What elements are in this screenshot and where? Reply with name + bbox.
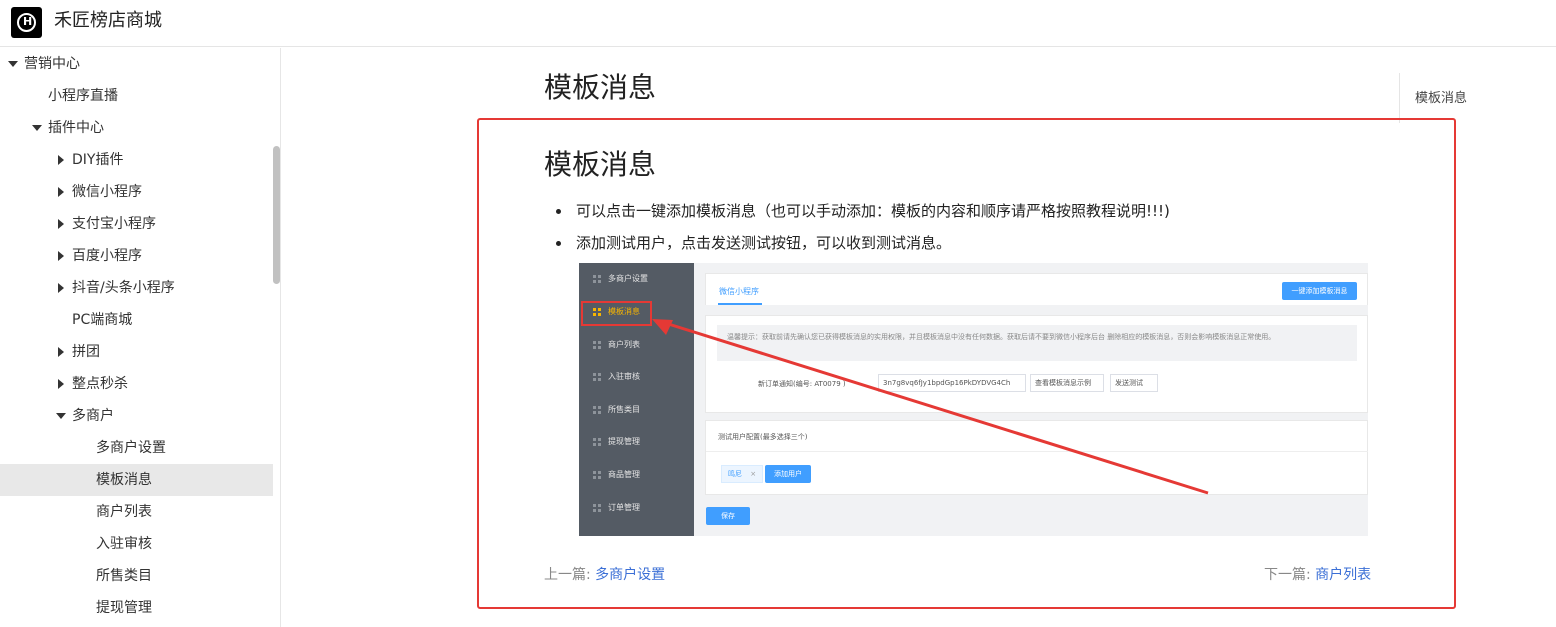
sidebar-item-label: 营销中心 — [24, 56, 80, 72]
sidebar-item-diy[interactable]: DIY插件 — [0, 144, 273, 176]
caret-right-icon — [58, 347, 64, 357]
prev-label: 上一篇: — [544, 567, 591, 583]
sidebar-item-label: DIY插件 — [72, 152, 124, 168]
sidebar-item-live[interactable]: 小程序直播 — [0, 80, 273, 112]
screenshot-view-example-button: 查看模板消息示例 — [1030, 374, 1104, 392]
sidebar-item-template-message[interactable]: 模板消息 — [0, 464, 273, 496]
screenshot-template-label: 新订单通知(编号: AT0079 ) — [758, 380, 846, 388]
sidebar-item-plugin-center[interactable]: 插件中心 — [0, 112, 273, 144]
next-label: 下一篇: — [1264, 567, 1311, 583]
screenshot-menu-item: 入驻审核 — [579, 367, 694, 387]
sidebar-item-flash-sale[interactable]: 整点秒杀 — [0, 368, 273, 400]
page-title: 模板消息 — [544, 71, 657, 104]
grid-icon — [593, 504, 601, 512]
divider — [706, 451, 1368, 452]
sidebar-item-multi-merchant[interactable]: 多商户 — [0, 400, 273, 432]
grid-icon — [593, 438, 601, 446]
grid-icon — [593, 406, 601, 414]
caret-right-icon — [58, 379, 64, 389]
top-header: H 禾匠榜店商城 — [0, 0, 1556, 47]
sidebar-item-categories[interactable]: 所售类目 — [0, 560, 273, 592]
screenshot-template-id: 3n7g8vq6fJy1bpdGp16PkDYDVG4Ch — [878, 374, 1026, 392]
sidebar-item-douyin[interactable]: 抖音/头条小程序 — [0, 272, 273, 304]
sidebar-item-label: 百度小程序 — [72, 248, 142, 264]
caret-down-icon — [8, 61, 18, 67]
sidebar-item-marketing-center[interactable]: 营销中心 — [0, 48, 273, 80]
sidebar-item-group-buy[interactable]: 拼团 — [0, 336, 273, 368]
screenshot-tab: 微信小程序 — [719, 287, 759, 296]
site-logo[interactable]: H — [11, 7, 42, 38]
sidebar-item-label: PC端商城 — [72, 312, 133, 328]
section-title: 模板消息 — [544, 148, 657, 181]
sidebar-item-wechat[interactable]: 微信小程序 — [0, 176, 273, 208]
sidebar-item-label: 支付宝小程序 — [72, 216, 156, 232]
screenshot-tab-card: 微信小程序 一键添加模板消息 — [705, 273, 1368, 305]
screenshot-menu-item: 提现管理 — [579, 432, 694, 452]
table-of-contents: 模板消息 — [1399, 73, 1556, 123]
sidebar-scrollbar[interactable] — [273, 146, 280, 284]
screenshot-tip: 温馨提示：获取前请先确认您已获得模板消息的实用权限，并且模板消息中没有任何数据。… — [717, 325, 1357, 361]
screenshot-one-click-button: 一键添加模板消息 — [1282, 282, 1357, 300]
screenshot-send-test-button: 发送测试 — [1110, 374, 1158, 392]
sidebar-item-alipay[interactable]: 支付宝小程序 — [0, 208, 273, 240]
sidebar-item-merchant-list[interactable]: 商户列表 — [0, 496, 273, 528]
sidebar-item-label: 提现管理 — [96, 600, 152, 616]
caret-right-icon — [58, 251, 64, 261]
sidebar-item-label: 整点秒杀 — [72, 376, 128, 392]
sidebar-item-label: 插件中心 — [48, 120, 104, 136]
sidebar-item-label: 入驻审核 — [96, 536, 152, 552]
screenshot-tab-underline — [718, 303, 762, 305]
sidebar-item-label: 小程序直播 — [48, 88, 118, 104]
screenshot-menu-item: 订单管理 — [579, 498, 694, 518]
next-article: 下一篇: 商户列表 — [1264, 565, 1371, 585]
sidebar-item-label: 抖音/头条小程序 — [72, 280, 175, 296]
grid-icon — [593, 275, 601, 283]
sidebar: 营销中心 小程序直播 插件中心 DIY插件 微信小程序 支付宝小程序 百度小程序… — [0, 48, 281, 627]
caret-right-icon — [58, 155, 64, 165]
sidebar-item-pc-mall[interactable]: PC端商城 — [0, 304, 273, 336]
sidebar-item-label: 模板消息 — [96, 472, 152, 488]
screenshot-save-button: 保存 — [706, 507, 750, 525]
screenshot-highlight-box — [581, 301, 652, 326]
toc-item[interactable]: 模板消息 — [1415, 87, 1467, 106]
grid-icon — [593, 471, 601, 479]
screenshot-menu-item: 商户列表 — [579, 335, 694, 355]
screenshot-menu-item: 所售类目 — [579, 400, 694, 420]
sidebar-item-withdrawal[interactable]: 提现管理 — [0, 592, 273, 624]
sidebar-item-label: 拼团 — [72, 344, 100, 360]
sidebar-item-label: 所售类目 — [96, 568, 152, 584]
caret-right-icon — [58, 187, 64, 197]
caret-down-icon — [56, 413, 66, 419]
sidebar-item-label: 多商户设置 — [96, 440, 166, 456]
sidebar-item-label: 微信小程序 — [72, 184, 142, 200]
bullet-item: 可以点击一键添加模板消息（也可以手动添加：模板的内容和顺序请严格按照教程说明!!… — [556, 200, 1170, 222]
site-title[interactable]: 禾匠榜店商城 — [54, 9, 162, 33]
sidebar-item-baidu[interactable]: 百度小程序 — [0, 240, 273, 272]
sidebar-item-merchant-settings[interactable]: 多商户设置 — [0, 432, 273, 464]
grid-icon — [593, 341, 601, 349]
sidebar-item-label: 多商户 — [72, 408, 114, 424]
tutorial-screenshot: 多商户设置 模板消息 商户列表 入驻审核 所售类目 提现管理 商品管理 订单管理… — [579, 263, 1368, 536]
screenshot-add-user-button: 添加用户 — [765, 465, 811, 483]
bullet-item: 添加测试用户，点击发送测试按钮，可以收到测试消息。 — [555, 232, 951, 254]
prev-article: 上一篇: 多商户设置 — [544, 565, 665, 585]
screenshot-menu-item: 商品管理 — [579, 465, 694, 485]
sidebar-item-label: 商户列表 — [96, 504, 152, 520]
caret-down-icon — [32, 125, 42, 131]
caret-right-icon — [58, 219, 64, 229]
screenshot-template-card: 温馨提示：获取前请先确认您已获得模板消息的实用权限，并且模板消息中没有任何数据。… — [705, 315, 1368, 413]
next-link[interactable]: 商户列表 — [1315, 567, 1371, 583]
screenshot-sidebar: 多商户设置 模板消息 商户列表 入驻审核 所售类目 提现管理 商品管理 订单管理 — [579, 263, 694, 536]
sidebar-item-entry-review[interactable]: 入驻审核 — [0, 528, 273, 560]
screenshot-test-user-card: 测试用户配置(最多选择三个) 鸣尼 × 添加用户 — [705, 420, 1368, 495]
screenshot-test-user-label: 测试用户配置(最多选择三个) — [718, 433, 808, 441]
screenshot-menu-item: 多商户设置 — [579, 269, 694, 289]
prev-link[interactable]: 多商户设置 — [595, 567, 665, 583]
screenshot-user-tag: 鸣尼 × — [721, 465, 764, 483]
caret-right-icon — [58, 283, 64, 293]
grid-icon — [593, 373, 601, 381]
